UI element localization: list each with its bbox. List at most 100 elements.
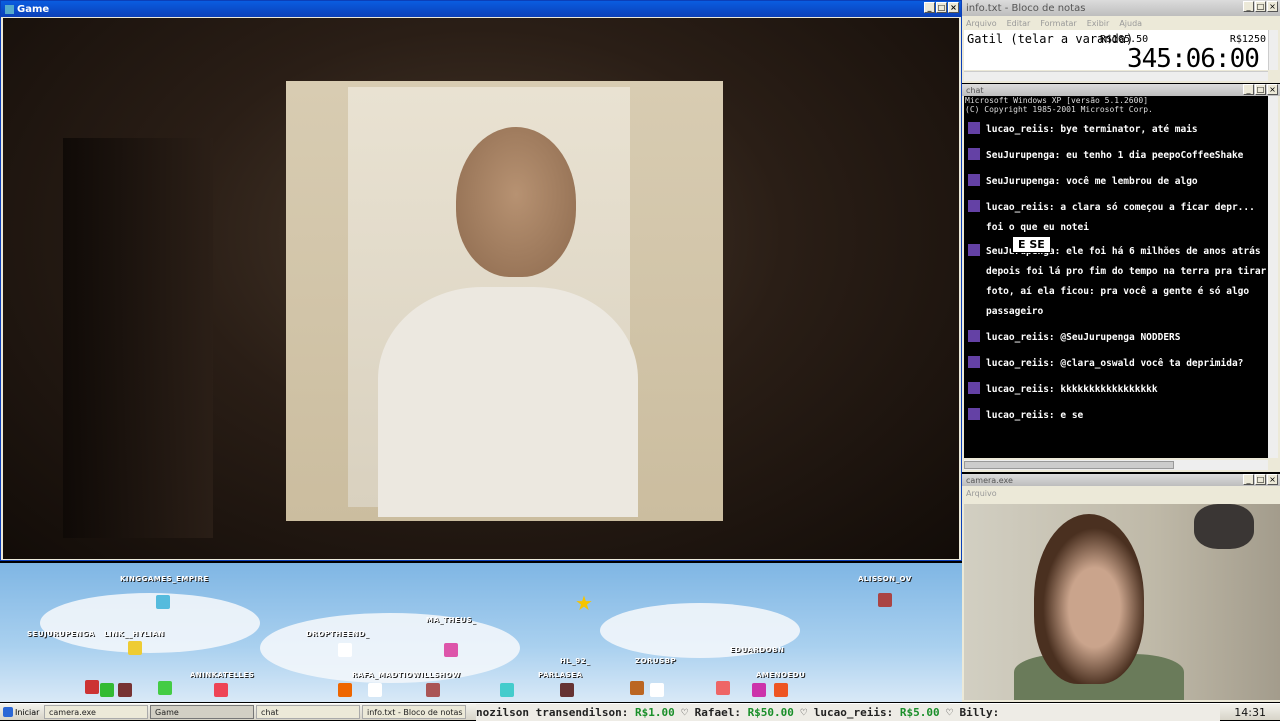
taskbar-item-chat[interactable]: chat (256, 705, 360, 719)
notepad-minimize-button[interactable]: _ (1243, 1, 1254, 12)
camera-window[interactable]: camera.exe _ □ × Arquivo (962, 474, 1280, 702)
camera-close-button[interactable]: × (1267, 474, 1278, 485)
chat-popup-label: E SE (1012, 236, 1051, 253)
chat-console[interactable]: Microsoft Windows XP [versão 5.1.2600] (… (964, 96, 1268, 458)
viewer-name: ANINKATELLES (190, 671, 255, 679)
chat-message: lucao_reiis: kkkkkkkkkkkkkkkkk (964, 380, 1268, 400)
viewer-name: MA_THEUS_ (426, 616, 477, 624)
notepad-vertical-scrollbar[interactable] (1268, 30, 1278, 70)
chat-title-bar[interactable]: chat _ □ × (962, 84, 1280, 96)
viewer-avatar (156, 595, 170, 609)
menu-file[interactable]: Arquivo (966, 19, 997, 28)
chat-username: lucao_reiis (986, 384, 1049, 395)
notepad-text-area[interactable]: Gatil (telar a varanda) R$165.50 R$1250 … (964, 30, 1268, 74)
chat-text: @SeuJurupenga NODDERS (1060, 332, 1181, 343)
viewer-avatar (118, 683, 132, 697)
menu-edit[interactable]: Editar (1007, 19, 1031, 28)
viewer-avatar (752, 683, 766, 697)
twitch-badge-icon (968, 174, 980, 186)
camera-menubar: Arquivo (962, 486, 1280, 500)
taskbar-item-camera[interactable]: camera.exe (44, 705, 148, 719)
viewer-avatar (500, 683, 514, 697)
chat-username: lucao_reiis (986, 410, 1049, 421)
chat-message: lucao_reiis: bye terminator, até mais (964, 120, 1268, 140)
donation-amount: R$50.00 (747, 706, 794, 719)
chat-message: lucao_reiis: @SeuJurupenga NODDERS (964, 328, 1268, 348)
notepad-horizontal-scrollbar[interactable] (964, 71, 1268, 81)
cloud (40, 593, 260, 653)
viewer-name: ZORUSBP (635, 657, 677, 665)
menu-help[interactable]: Ajuda (1119, 19, 1142, 28)
start-button[interactable]: Iniciar (0, 705, 42, 720)
chat-username: lucao_reiis (986, 202, 1049, 213)
console-header-line: (C) Copyright 1985-2001 Microsoft Corp. (965, 105, 1153, 114)
game-icon (5, 4, 14, 14)
donor-name: lucao_reiis: (813, 706, 894, 719)
twitch-badge-icon (968, 356, 980, 368)
viewer-avatar (338, 683, 352, 697)
photo-figure-face (456, 127, 576, 277)
chat-scroll-thumb[interactable] (964, 461, 1174, 469)
viewer-avatar (560, 683, 574, 697)
twitch-badge-icon (968, 382, 980, 394)
chat-horizontal-scrollbar[interactable] (964, 460, 1268, 470)
camera-title-bar[interactable]: camera.exe _ □ × (962, 474, 1280, 486)
donor-name: Billy: (959, 706, 1000, 719)
viewer-avatar (128, 641, 142, 655)
notepad-window[interactable]: info.txt - Bloco de notas _ □ × Arquivo … (962, 0, 1280, 83)
chat-text: bye terminator, até mais (1060, 124, 1198, 135)
camera-minimize-button[interactable]: _ (1243, 474, 1254, 485)
menu-view[interactable]: Exibir (1087, 19, 1110, 28)
viewer-name: SEUJURUPENGA (27, 630, 95, 638)
close-button[interactable]: × (948, 2, 959, 13)
viewer-avatar (878, 593, 892, 607)
chat-username: lucao_reiis (986, 124, 1049, 135)
notepad-menubar: Arquivo Editar Formatar Exibir Ajuda (962, 16, 1280, 30)
game-window[interactable]: Game _ □ × (0, 0, 962, 561)
viewer-name: PARLASEA (538, 671, 583, 679)
chat-minimize-button[interactable]: _ (1243, 84, 1254, 95)
viewer-name: ALISSON_OV (858, 575, 912, 583)
chat-username: SeuJurupenga (986, 150, 1055, 161)
donor-name: nozilson transendilson: (476, 706, 629, 719)
chat-message: lucao_reiis: a clara só começou a ficar … (964, 198, 1268, 238)
console-header-line: Microsoft Windows XP [versão 5.1.2600] (965, 96, 1149, 105)
heart-icon: ♡ (800, 706, 808, 719)
camera-maximize-button[interactable]: □ (1255, 474, 1266, 485)
minimize-button[interactable]: _ (924, 2, 935, 13)
chat-message: SeuJurupenga: você me lembrou de algo (964, 172, 1268, 192)
game-viewport[interactable] (3, 18, 959, 559)
maximize-button[interactable]: □ (936, 2, 947, 13)
notepad-title-bar[interactable]: info.txt - Bloco de notas _ □ × (962, 0, 1280, 16)
game-title-bar[interactable]: Game _ □ × (1, 1, 961, 17)
taskbar: Iniciar camera.exe Game chat info.txt - … (0, 703, 1280, 721)
donation-ticker: nozilson transendilson: R$1.00 ♡ Rafael:… (476, 704, 1220, 721)
notepad-close-button[interactable]: × (1267, 1, 1278, 12)
viewer-avatar (368, 683, 382, 697)
viewer-avatar (85, 680, 99, 694)
chat-window[interactable]: chat _ □ × Microsoft Windows XP [versão … (962, 84, 1280, 472)
chat-message: lucao_reiis: @clara_oswald você ta depri… (964, 354, 1268, 374)
taskbar-item-game[interactable]: Game (150, 705, 254, 719)
twitch-badge-icon (968, 330, 980, 342)
taskbar-item-notepad[interactable]: info.txt - Bloco de notas (362, 705, 466, 719)
camera-menu-file[interactable]: Arquivo (966, 489, 997, 498)
chat-text: você me lembrou de algo (1066, 176, 1198, 187)
taskbar-item-label: camera.exe (49, 707, 96, 717)
chat-maximize-button[interactable]: □ (1255, 84, 1266, 95)
viewer-avatar (650, 683, 664, 697)
system-clock: 14:31 (1234, 706, 1266, 719)
countdown-timer: 345:06:00 (1127, 44, 1260, 74)
dark-curtain (63, 138, 213, 538)
viewer-name: AMENOEDU (756, 671, 806, 679)
chat-text: @clara_oswald você ta deprimida? (1060, 358, 1244, 369)
menu-format[interactable]: Formatar (1040, 19, 1076, 28)
heart-icon: ♡ (681, 706, 688, 719)
viewer-name: LINK__HYLIAN (104, 630, 165, 638)
notepad-maximize-button[interactable]: □ (1255, 1, 1266, 12)
viewer-name: EDUARDOBN (730, 646, 785, 654)
chat-close-button[interactable]: × (1267, 84, 1278, 95)
chat-title: chat (966, 85, 984, 95)
twitch-badge-icon (968, 122, 980, 134)
chat-vertical-scrollbar[interactable] (1268, 96, 1278, 458)
